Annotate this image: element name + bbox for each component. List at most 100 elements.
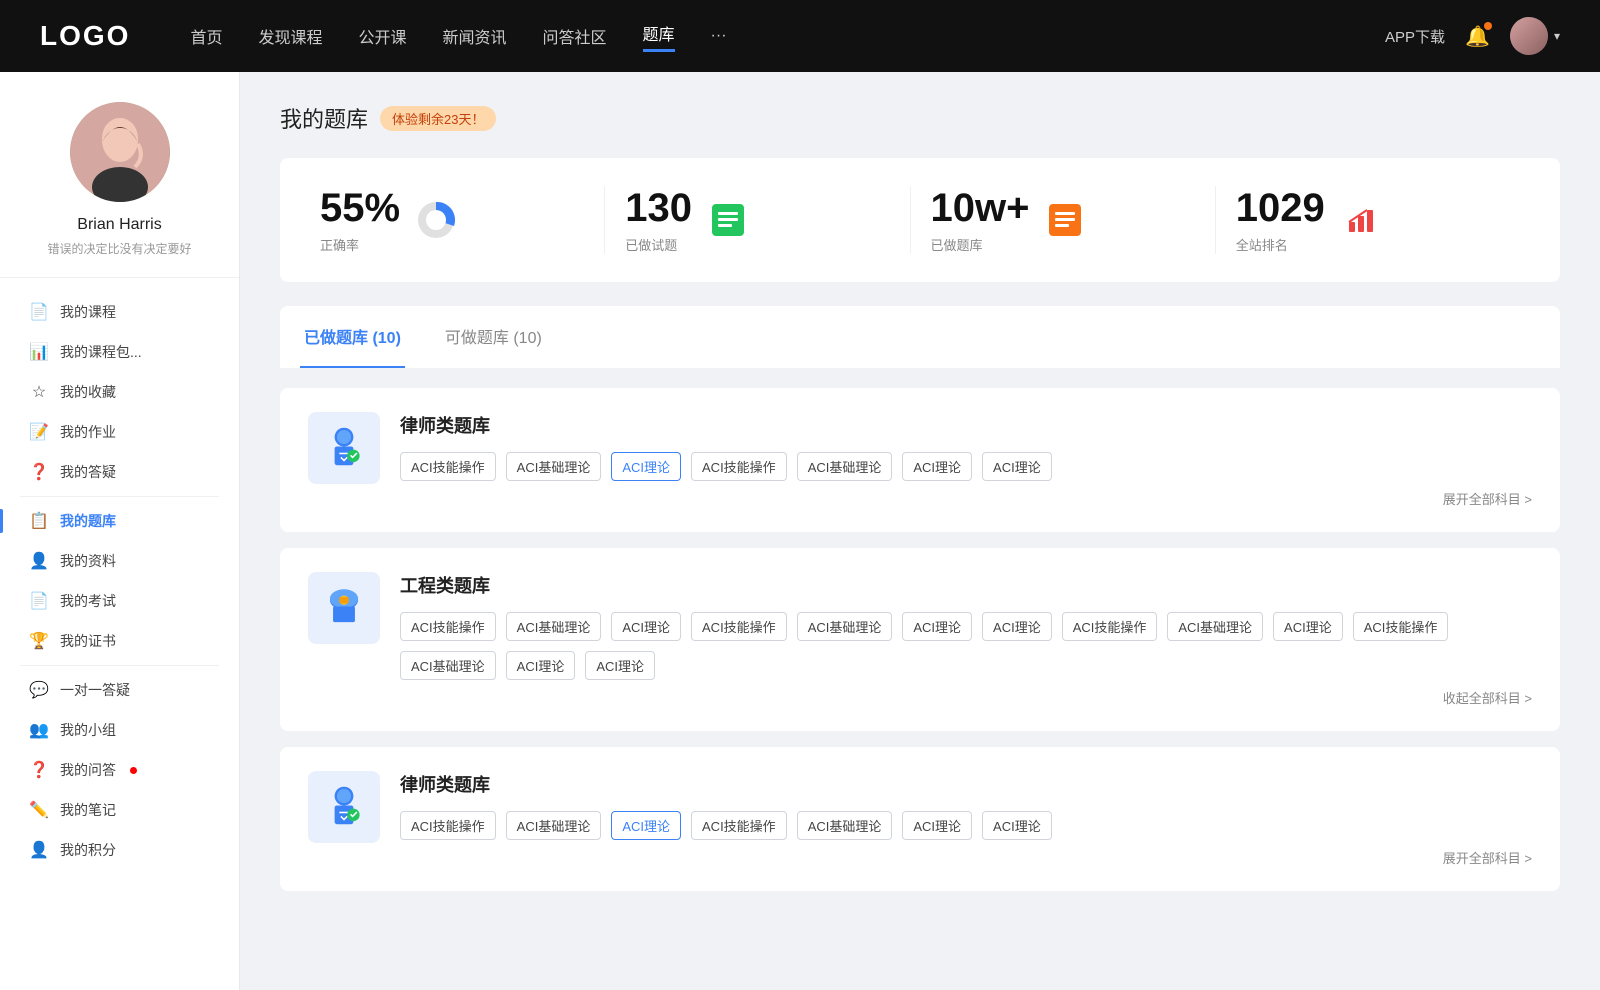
qbank-name-1: 工程类题库 (400, 572, 1532, 598)
notification-bell[interactable]: 🔔 (1465, 24, 1490, 49)
app-download-link[interactable]: APP下载 (1385, 26, 1445, 47)
stat-item-2: 10w+ 已做题库 (911, 186, 1216, 254)
sidebar-item-我的收藏[interactable]: ☆我的收藏 (0, 372, 239, 412)
sidebar-icon: ❓ (30, 463, 48, 481)
tag-1-10[interactable]: ACI技能操作 (1353, 612, 1449, 641)
sidebar-icon: 📄 (30, 592, 48, 610)
tag-1-5[interactable]: ACI理论 (902, 612, 972, 641)
stat-label-2: 已做题库 (931, 235, 1030, 254)
sidebar-divider (20, 496, 219, 497)
sidebar-item-label: 我的考试 (60, 591, 116, 611)
nav-link-题库[interactable]: 题库 (643, 21, 675, 52)
sidebar-item-一对一答疑[interactable]: 💬一对一答疑 (0, 670, 239, 710)
tabs-bar: 已做题库 (10) 可做题库 (10) (280, 306, 1560, 368)
nav-right: APP下载 🔔 ▾ (1385, 17, 1560, 55)
stat-value-0: 55% (320, 186, 400, 231)
tag-1-1[interactable]: ACI基础理论 (506, 612, 602, 641)
expand-button-2[interactable]: 展开全部科目 > (400, 848, 1532, 867)
sidebar-item-我的考试[interactable]: 📄 我的考试 (0, 581, 239, 621)
nav-link-问答社区[interactable]: 问答社区 (543, 24, 607, 48)
qbank-tags-2: ACI技能操作 ACI基础理论 ACI理论 ACI技能操作 ACI基础理论 ACI理论 AC… (400, 811, 1532, 840)
page-header: 我的题库 体验剩余23天！ (280, 102, 1560, 134)
sidebar-item-我的问答[interactable]: ❓我的问答 (0, 750, 239, 790)
qbank-card-1: 工程类题库ACI技能操作ACI基础理论ACI理论ACI技能操作ACI基础理论AC… (280, 548, 1560, 731)
sidebar-item-我的小组[interactable]: 👥我的小组 (0, 710, 239, 750)
tag-1-4[interactable]: ACI基础理论 (797, 612, 893, 641)
nav-link-公开课[interactable]: 公开课 (358, 24, 406, 48)
tag-1-13[interactable]: ACI理论 (585, 651, 655, 680)
tag-0-0[interactable]: ACI技能操作 (400, 452, 496, 481)
tag-1-6[interactable]: ACI理论 (982, 612, 1052, 641)
qbank-icon-lawyer (308, 771, 380, 843)
sidebar: Brian Harris 错误的决定比没有决定要好 📄我的课程📊我的课程包...… (0, 72, 240, 990)
qbank-list: 律师类题库ACI技能操作ACI基础理论ACI理论ACI技能操作ACI基础理论AC… (280, 388, 1560, 891)
collapse-button-1[interactable]: 收起全部科目 > (400, 688, 1532, 707)
sidebar-item-我的课程[interactable]: 📄我的课程 (0, 292, 239, 332)
tag-0-6[interactable]: ACI理论 (982, 452, 1052, 481)
sidebar-icon: ❓ (30, 761, 48, 779)
navbar: LOGO 首页发现课程公开课新闻资讯问答社区题库··· APP下载 🔔 ▾ (0, 0, 1600, 72)
user-menu[interactable]: ▾ (1510, 17, 1560, 55)
nav-link-···[interactable]: ··· (711, 27, 727, 45)
sidebar-item-label: 我的积分 (60, 840, 116, 860)
sidebar-icon: 👥 (30, 721, 48, 739)
sidebar-icon: 📄 (30, 303, 48, 321)
tab-1[interactable]: 可做题库 (10) (441, 306, 546, 368)
tag-2-0[interactable]: ACI技能操作 (400, 811, 496, 840)
tag-1-0[interactable]: ACI技能操作 (400, 612, 496, 641)
profile-avatar-svg (70, 102, 170, 202)
tab-0[interactable]: 已做题库 (10) (300, 306, 405, 368)
stat-icon-list-orange (1043, 198, 1087, 242)
qbank-tags-1: ACI技能操作 ACI基础理论 ACI理论 ACI技能操作 ACI基础理论 ACI理论 AC… (400, 612, 1532, 680)
tag-2-5[interactable]: ACI理论 (902, 811, 972, 840)
sidebar-item-label: 我的笔记 (60, 800, 116, 820)
expand-button-0[interactable]: 展开全部科目 > (400, 489, 1532, 508)
tag-0-5[interactable]: ACI理论 (902, 452, 972, 481)
tag-1-8[interactable]: ACI基础理论 (1167, 612, 1263, 641)
tag-1-11[interactable]: ACI基础理论 (400, 651, 496, 680)
tag-0-3[interactable]: ACI技能操作 (691, 452, 787, 481)
sidebar-item-我的课程包...[interactable]: 📊我的课程包... (0, 332, 239, 372)
sidebar-item-我的题库[interactable]: 📋我的题库 (0, 501, 239, 541)
qbank-icon-lawyer (308, 412, 380, 484)
sidebar-icon: 👤 (30, 841, 48, 859)
profile-motto: 错误的决定比没有决定要好 (47, 240, 191, 257)
tag-1-9[interactable]: ACI理论 (1273, 612, 1343, 641)
qbank-name-0: 律师类题库 (400, 412, 1532, 438)
tag-2-2[interactable]: ACI理论 (611, 811, 681, 840)
stat-icon-pie (414, 198, 458, 242)
sidebar-item-我的证书[interactable]: 🏆我的证书 (0, 621, 239, 661)
tag-2-4[interactable]: ACI基础理论 (797, 811, 893, 840)
nav-link-发现课程[interactable]: 发现课程 (258, 24, 322, 48)
qbank-tags-0: ACI技能操作 ACI基础理论 ACI理论 ACI技能操作 ACI基础理论 ACI理论 AC… (400, 452, 1532, 481)
tag-1-12[interactable]: ACI理论 (506, 651, 576, 680)
tag-1-3[interactable]: ACI技能操作 (691, 612, 787, 641)
nav-link-新闻资讯[interactable]: 新闻资讯 (443, 24, 507, 48)
tag-2-3[interactable]: ACI技能操作 (691, 811, 787, 840)
nav-link-首页[interactable]: 首页 (190, 24, 222, 48)
profile-avatar (70, 102, 170, 202)
tag-0-4[interactable]: ACI基础理论 (797, 452, 893, 481)
avatar (1510, 17, 1548, 55)
sidebar-item-我的积分[interactable]: 👤 我的积分 (0, 830, 239, 870)
qbank-card-0: 律师类题库ACI技能操作ACI基础理论ACI理论ACI技能操作ACI基础理论AC… (280, 388, 1560, 532)
stat-item-1: 130已做试题 (605, 186, 910, 254)
sidebar-item-我的笔记[interactable]: ✏️我的笔记 (0, 790, 239, 830)
avatar-image (1510, 17, 1548, 55)
tag-0-2[interactable]: ACI理论 (611, 452, 681, 481)
sidebar-item-label: 一对一答疑 (60, 680, 130, 700)
sidebar-item-label: 我的收藏 (60, 382, 116, 402)
sidebar-item-我的资料[interactable]: 👤我的资料 (0, 541, 239, 581)
tag-1-2[interactable]: ACI理论 (611, 612, 681, 641)
tag-2-1[interactable]: ACI基础理论 (506, 811, 602, 840)
sidebar-item-我的作业[interactable]: 📝我的作业 (0, 412, 239, 452)
sidebar-profile: Brian Harris 错误的决定比没有决定要好 (0, 102, 239, 278)
tag-0-1[interactable]: ACI基础理论 (506, 452, 602, 481)
page-title: 我的题库 (280, 102, 368, 134)
stat-value-2: 10w+ (931, 186, 1030, 231)
stat-label-3: 全站排名 (1236, 235, 1325, 254)
sidebar-item-我的答疑[interactable]: ❓我的答疑 (0, 452, 239, 492)
tag-2-6[interactable]: ACI理论 (982, 811, 1052, 840)
stat-value-3: 1029 (1236, 186, 1325, 231)
tag-1-7[interactable]: ACI技能操作 (1062, 612, 1158, 641)
